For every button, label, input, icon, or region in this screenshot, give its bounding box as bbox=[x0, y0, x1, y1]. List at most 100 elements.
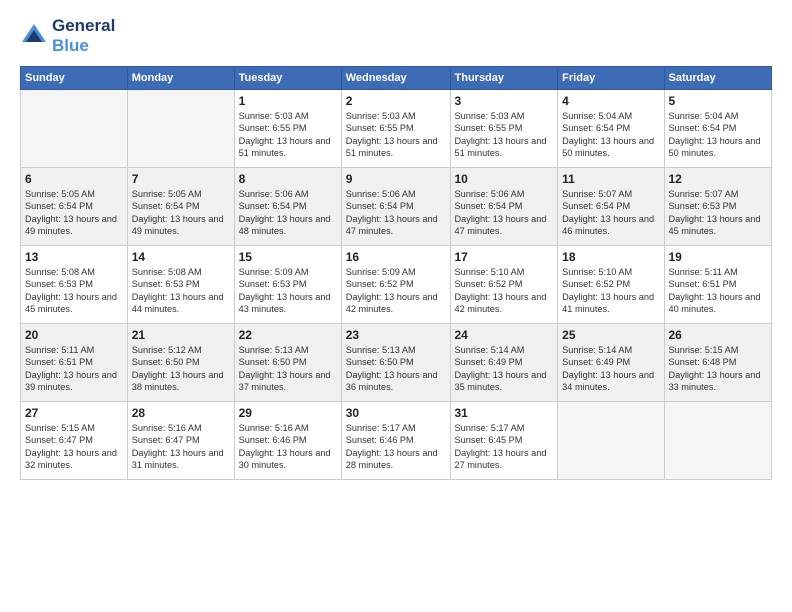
day-info: Sunrise: 5:13 AMSunset: 6:50 PMDaylight:… bbox=[239, 344, 337, 394]
day-number: 6 bbox=[25, 172, 123, 186]
calendar-cell: 9 Sunrise: 5:06 AMSunset: 6:54 PMDaylight… bbox=[341, 168, 450, 246]
day-number: 13 bbox=[25, 250, 123, 264]
calendar-cell: 23Sunrise: 5:13 AMSunset: 6:50 PMDayligh… bbox=[341, 324, 450, 402]
day-info: Sunrise: 5:08 AMSunset: 6:53 PMDaylight:… bbox=[25, 266, 123, 316]
day-number: 15 bbox=[239, 250, 337, 264]
day-info: Sunrise: 5:03 AMSunset: 6:55 PMDaylight:… bbox=[346, 110, 446, 160]
day-number: 10 bbox=[455, 172, 554, 186]
calendar-cell: 14 Sunrise: 5:08 AMSunset: 6:53 PMDayligh… bbox=[127, 246, 234, 324]
day-info: Sunrise: 5:03 AMSunset: 6:55 PMDaylight:… bbox=[455, 110, 554, 160]
day-info: Sunrise: 5:13 AMSunset: 6:50 PMDaylight:… bbox=[346, 344, 446, 394]
day-number: 22 bbox=[239, 328, 337, 342]
day-info: Sunrise: 5:04 AMSunset: 6:54 PMDaylight:… bbox=[669, 110, 768, 160]
day-info: Sunrise: 5:14 AMSunset: 6:49 PMDaylight:… bbox=[562, 344, 659, 394]
logo: General Blue bbox=[20, 16, 115, 56]
calendar-cell: 25 Sunrise: 5:14 AMSunset: 6:49 PMDayligh… bbox=[558, 324, 664, 402]
day-info: Sunrise: 5:12 AMSunset: 6:50 PMDaylight:… bbox=[132, 344, 230, 394]
day-info: Sunrise: 5:10 AMSunset: 6:52 PMDaylight:… bbox=[562, 266, 659, 316]
day-number: 30 bbox=[346, 406, 446, 420]
day-number: 14 bbox=[132, 250, 230, 264]
calendar-cell bbox=[664, 402, 772, 480]
day-info: Sunrise: 5:15 AMSunset: 6:48 PMDaylight:… bbox=[669, 344, 768, 394]
page-header: General Blue bbox=[20, 16, 772, 56]
calendar-page: General Blue SundayMondayTuesdayWednesda… bbox=[0, 0, 792, 612]
calendar-cell: 8Sunrise: 5:06 AMSunset: 6:54 PMDaylight… bbox=[234, 168, 341, 246]
day-info: Sunrise: 5:10 AMSunset: 6:52 PMDaylight:… bbox=[455, 266, 554, 316]
day-info: Sunrise: 5:14 AMSunset: 6:49 PMDaylight:… bbox=[455, 344, 554, 394]
calendar-cell: 15Sunrise: 5:09 AMSunset: 6:53 PMDayligh… bbox=[234, 246, 341, 324]
day-info: Sunrise: 5:04 AMSunset: 6:54 PMDaylight:… bbox=[562, 110, 659, 160]
day-number: 3 bbox=[455, 94, 554, 108]
day-number: 1 bbox=[239, 94, 337, 108]
day-number: 5 bbox=[669, 94, 768, 108]
day-info: Sunrise: 5:07 AMSunset: 6:53 PMDaylight:… bbox=[669, 188, 768, 238]
calendar-cell: 20 Sunrise: 5:11 AMSunset: 6:51 PMDayligh… bbox=[21, 324, 128, 402]
calendar-week-row: 13 Sunrise: 5:08 AMSunset: 6:53 PMDayligh… bbox=[21, 246, 772, 324]
calendar-cell: 17 Sunrise: 5:10 AMSunset: 6:52 PMDayligh… bbox=[450, 246, 558, 324]
calendar-cell: 6 Sunrise: 5:05 AMSunset: 6:54 PMDaylight… bbox=[21, 168, 128, 246]
day-number: 19 bbox=[669, 250, 768, 264]
day-number: 4 bbox=[562, 94, 659, 108]
calendar-cell: 2 Sunrise: 5:03 AMSunset: 6:55 PMDaylight… bbox=[341, 90, 450, 168]
day-number: 20 bbox=[25, 328, 123, 342]
day-number: 29 bbox=[239, 406, 337, 420]
day-info: Sunrise: 5:11 AMSunset: 6:51 PMDaylight:… bbox=[25, 344, 123, 394]
day-number: 2 bbox=[346, 94, 446, 108]
calendar-cell: 4 Sunrise: 5:04 AMSunset: 6:54 PMDaylight… bbox=[558, 90, 664, 168]
day-info: Sunrise: 5:09 AMSunset: 6:52 PMDaylight:… bbox=[346, 266, 446, 316]
day-number: 27 bbox=[25, 406, 123, 420]
day-number: 9 bbox=[346, 172, 446, 186]
calendar-cell: 30 Sunrise: 5:17 AMSunset: 6:46 PMDayligh… bbox=[341, 402, 450, 480]
calendar-cell: 16 Sunrise: 5:09 AMSunset: 6:52 PMDayligh… bbox=[341, 246, 450, 324]
day-number: 12 bbox=[669, 172, 768, 186]
calendar-cell: 22 Sunrise: 5:13 AMSunset: 6:50 PMDayligh… bbox=[234, 324, 341, 402]
day-number: 16 bbox=[346, 250, 446, 264]
day-info: Sunrise: 5:08 AMSunset: 6:53 PMDaylight:… bbox=[132, 266, 230, 316]
day-number: 25 bbox=[562, 328, 659, 342]
weekday-header-row: SundayMondayTuesdayWednesdayThursdayFrid… bbox=[21, 67, 772, 90]
calendar-cell bbox=[127, 90, 234, 168]
calendar-cell: 5 Sunrise: 5:04 AMSunset: 6:54 PMDaylight… bbox=[664, 90, 772, 168]
calendar-cell: 7 Sunrise: 5:05 AMSunset: 6:54 PMDaylight… bbox=[127, 168, 234, 246]
day-number: 17 bbox=[455, 250, 554, 264]
calendar-cell bbox=[558, 402, 664, 480]
day-info: Sunrise: 5:17 AMSunset: 6:46 PMDaylight:… bbox=[346, 422, 446, 472]
day-info: Sunrise: 5:05 AMSunset: 6:54 PMDaylight:… bbox=[25, 188, 123, 238]
day-info: Sunrise: 5:15 AMSunset: 6:47 PMDaylight:… bbox=[25, 422, 123, 472]
calendar-cell: 31 Sunrise: 5:17 AMSunset: 6:45 PMDayligh… bbox=[450, 402, 558, 480]
day-number: 31 bbox=[455, 406, 554, 420]
weekday-header-wednesday: Wednesday bbox=[341, 67, 450, 90]
day-number: 24 bbox=[455, 328, 554, 342]
day-info: Sunrise: 5:05 AMSunset: 6:54 PMDaylight:… bbox=[132, 188, 230, 238]
calendar-cell: 24 Sunrise: 5:14 AMSunset: 6:49 PMDayligh… bbox=[450, 324, 558, 402]
weekday-header-friday: Friday bbox=[558, 67, 664, 90]
day-number: 18 bbox=[562, 250, 659, 264]
day-info: Sunrise: 5:06 AMSunset: 6:54 PMDaylight:… bbox=[455, 188, 554, 238]
weekday-header-sunday: Sunday bbox=[21, 67, 128, 90]
day-info: Sunrise: 5:16 AMSunset: 6:46 PMDaylight:… bbox=[239, 422, 337, 472]
calendar-cell: 11 Sunrise: 5:07 AMSunset: 6:54 PMDayligh… bbox=[558, 168, 664, 246]
day-number: 11 bbox=[562, 172, 659, 186]
calendar-week-row: 20 Sunrise: 5:11 AMSunset: 6:51 PMDayligh… bbox=[21, 324, 772, 402]
day-info: Sunrise: 5:11 AMSunset: 6:51 PMDaylight:… bbox=[669, 266, 768, 316]
calendar-table: SundayMondayTuesdayWednesdayThursdayFrid… bbox=[20, 66, 772, 480]
day-number: 26 bbox=[669, 328, 768, 342]
calendar-cell: 12 Sunrise: 5:07 AMSunset: 6:53 PMDayligh… bbox=[664, 168, 772, 246]
logo-icon bbox=[20, 22, 48, 50]
day-number: 21 bbox=[132, 328, 230, 342]
logo-text: General Blue bbox=[52, 16, 115, 56]
calendar-cell: 27 Sunrise: 5:15 AMSunset: 6:47 PMDayligh… bbox=[21, 402, 128, 480]
day-info: Sunrise: 5:07 AMSunset: 6:54 PMDaylight:… bbox=[562, 188, 659, 238]
calendar-cell: 28Sunrise: 5:16 AMSunset: 6:47 PMDayligh… bbox=[127, 402, 234, 480]
day-info: Sunrise: 5:17 AMSunset: 6:45 PMDaylight:… bbox=[455, 422, 554, 472]
calendar-cell: 19 Sunrise: 5:11 AMSunset: 6:51 PMDayligh… bbox=[664, 246, 772, 324]
calendar-week-row: 6 Sunrise: 5:05 AMSunset: 6:54 PMDaylight… bbox=[21, 168, 772, 246]
weekday-header-thursday: Thursday bbox=[450, 67, 558, 90]
day-number: 7 bbox=[132, 172, 230, 186]
day-info: Sunrise: 5:06 AMSunset: 6:54 PMDaylight:… bbox=[239, 188, 337, 238]
calendar-cell bbox=[21, 90, 128, 168]
calendar-cell: 26 Sunrise: 5:15 AMSunset: 6:48 PMDayligh… bbox=[664, 324, 772, 402]
day-info: Sunrise: 5:06 AMSunset: 6:54 PMDaylight:… bbox=[346, 188, 446, 238]
calendar-week-row: 27 Sunrise: 5:15 AMSunset: 6:47 PMDayligh… bbox=[21, 402, 772, 480]
calendar-cell: 21 Sunrise: 5:12 AMSunset: 6:50 PMDayligh… bbox=[127, 324, 234, 402]
